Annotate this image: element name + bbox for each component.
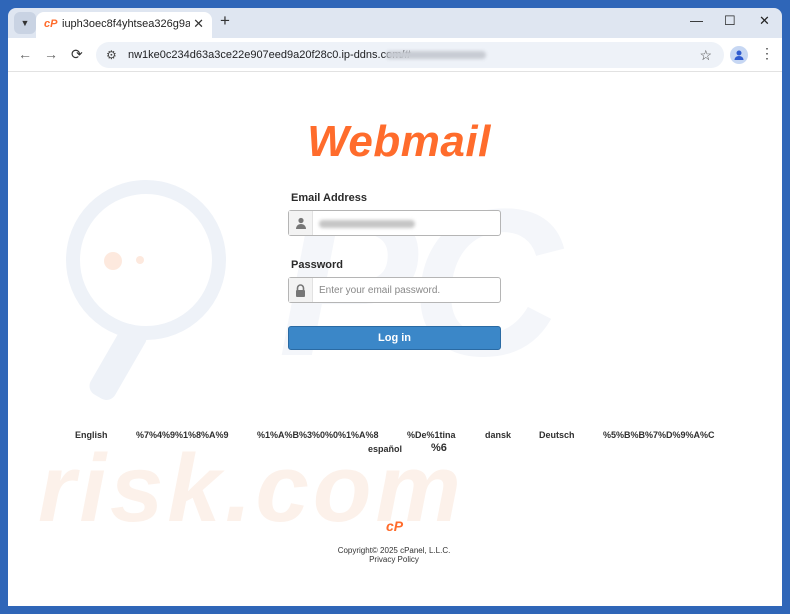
tab-search-button[interactable]: ▼ bbox=[14, 12, 36, 34]
login-button[interactable]: Log in bbox=[288, 326, 501, 350]
watermark-dot bbox=[136, 256, 144, 264]
cpanel-favicon-icon: cP bbox=[44, 18, 58, 30]
email-label: Email Address bbox=[291, 192, 368, 204]
close-tab-icon[interactable]: ✕ bbox=[193, 16, 204, 32]
window-close-icon[interactable]: ✕ bbox=[759, 13, 770, 29]
language-link[interactable]: %7%4%9%1%8%A%9 bbox=[136, 430, 229, 440]
profile-avatar-icon[interactable] bbox=[730, 46, 748, 64]
tab-title: iuph3oec8f4yhtsea326g9azrxbg bbox=[62, 18, 190, 30]
person-icon bbox=[734, 50, 744, 60]
watermark-magnifier-handle bbox=[85, 320, 151, 404]
language-link[interactable]: %De%1tina bbox=[407, 430, 456, 440]
browser-menu-icon[interactable]: ⋮ bbox=[760, 45, 774, 62]
browser-toolbar: ← → ⟳ ⚙ nw1ke0c234d63a3ce22e907eed9a20f2… bbox=[8, 38, 782, 72]
webmail-login-page: PC risk.com Webmail Email Address Passwo… bbox=[8, 72, 782, 606]
webmail-logo: Webmail bbox=[307, 117, 491, 166]
user-icon bbox=[289, 211, 313, 235]
browser-window: ▼ cP iuph3oec8f4yhtsea326g9azrxbg ✕ + — … bbox=[0, 0, 790, 614]
minimize-icon[interactable]: — bbox=[690, 13, 703, 28]
reload-icon[interactable]: ⟳ bbox=[71, 46, 83, 63]
forward-arrow-icon[interactable]: → bbox=[44, 46, 58, 62]
maximize-icon[interactable]: ☐ bbox=[724, 13, 736, 29]
copyright-text: Copyright© 2025 cPanel, L.L.C. bbox=[337, 546, 451, 555]
lock-icon bbox=[289, 278, 313, 302]
cpanel-logo: cP bbox=[386, 518, 404, 534]
language-link[interactable]: %1%A%B%3%0%0%1%A%8 bbox=[257, 430, 379, 440]
password-input[interactable] bbox=[319, 282, 495, 298]
language-link[interactable]: Deutsch bbox=[539, 430, 575, 440]
url-text[interactable]: nw1ke0c234d63a3ce22e907eed9a20f28c0.ip-d… bbox=[128, 49, 411, 61]
privacy-policy-link[interactable]: Privacy Policy bbox=[294, 555, 494, 564]
redacted-email-value bbox=[319, 220, 415, 228]
tab-strip: ▼ cP iuph3oec8f4yhtsea326g9azrxbg ✕ + — … bbox=[8, 8, 782, 38]
site-info-icon[interactable]: ⚙ bbox=[106, 48, 117, 62]
new-tab-button[interactable]: + bbox=[220, 11, 230, 31]
email-field[interactable] bbox=[288, 210, 501, 236]
browser-tab[interactable]: cP iuph3oec8f4yhtsea326g9azrxbg ✕ bbox=[36, 12, 212, 38]
language-link[interactable]: dansk bbox=[485, 430, 511, 440]
back-arrow-icon[interactable]: ← bbox=[18, 46, 32, 62]
chevron-down-icon: ▼ bbox=[20, 18, 30, 28]
password-label: Password bbox=[291, 259, 343, 271]
password-field[interactable] bbox=[288, 277, 501, 303]
language-link[interactable]: español bbox=[368, 444, 402, 454]
language-link[interactable]: English bbox=[75, 430, 108, 440]
language-link[interactable]: %6 bbox=[431, 442, 447, 454]
watermark-dot bbox=[104, 252, 122, 270]
address-bar[interactable]: ⚙ nw1ke0c234d63a3ce22e907eed9a20f28c0.ip… bbox=[96, 42, 724, 68]
watermark-magnifier bbox=[66, 180, 226, 340]
redacted-url-fragment bbox=[386, 51, 486, 59]
language-link[interactable]: %5%B%B%7%D%9%A%C bbox=[603, 430, 715, 440]
bookmark-star-icon[interactable]: ☆ bbox=[699, 47, 712, 64]
